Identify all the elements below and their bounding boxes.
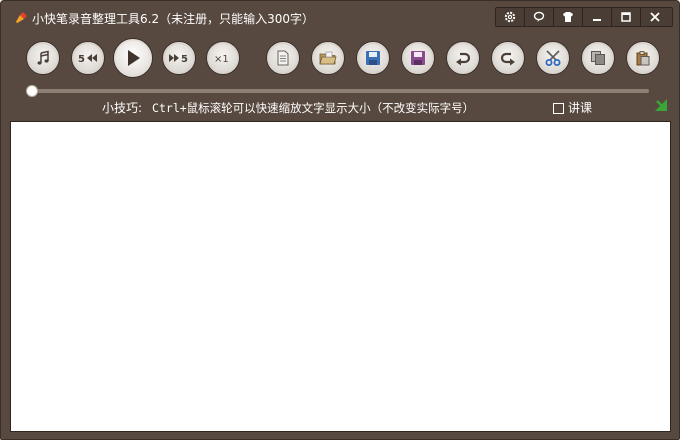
minimize-icon <box>593 19 601 21</box>
copy-icon <box>591 51 605 65</box>
folder-icon <box>319 51 337 65</box>
fast-forward-icon: 5 <box>169 54 188 64</box>
paste-icon <box>636 51 650 66</box>
redo-icon <box>500 52 515 66</box>
redo-button[interactable] <box>492 42 524 74</box>
svg-text:5: 5 <box>78 54 85 64</box>
music-note-icon <box>37 50 49 65</box>
paste-button[interactable] <box>627 42 659 74</box>
copy-button[interactable] <box>582 42 614 74</box>
forward-5s-button[interactable]: 5 <box>163 42 195 74</box>
window-title: 小快笔录音整理工具6.2（未注册，只能输入300字） <box>32 12 314 26</box>
lecture-toggle[interactable]: 讲课 <box>553 100 592 116</box>
lecture-label: 讲课 <box>568 101 593 115</box>
new-document-button[interactable] <box>267 42 299 74</box>
tip-text: Ctrl+鼠标滚轮可以快速缩放文字显示大小（不改变实际字号） <box>152 101 475 115</box>
play-button[interactable] <box>114 39 152 77</box>
maximize-button[interactable] <box>612 8 641 26</box>
close-icon <box>650 12 660 22</box>
feedback-button[interactable] <box>525 8 554 26</box>
settings-button[interactable] <box>496 8 525 26</box>
settings-icon <box>504 11 516 23</box>
app-window: 小快笔录音整理工具6.2（未注册，只能输入300字） 5 5 ×1 小技巧: C… <box>0 0 680 440</box>
svg-text:5: 5 <box>181 54 188 64</box>
document-icon <box>277 50 289 66</box>
floppy-purple-icon <box>411 51 425 65</box>
undo-button[interactable] <box>447 42 479 74</box>
save-as-button[interactable] <box>402 42 434 74</box>
rewind-icon: 5 <box>78 54 97 64</box>
text-editor[interactable] <box>10 121 671 432</box>
tip-row: 小技巧: Ctrl+鼠标滚轮可以快速缩放文字显示大小（不改变实际字号） <box>102 100 474 116</box>
cut-button[interactable] <box>537 42 569 74</box>
title-bar[interactable]: 小快笔录音整理工具6.2（未注册，只能输入300字） <box>1 1 679 35</box>
feedback-icon <box>533 11 545 22</box>
undo-icon <box>456 52 471 66</box>
skin-icon <box>563 12 573 22</box>
app-logo-icon <box>11 10 29 28</box>
music-button[interactable] <box>27 42 59 74</box>
maximize-icon <box>621 12 631 22</box>
close-button[interactable] <box>641 8 669 26</box>
scissors-icon <box>545 50 561 66</box>
floppy-blue-icon <box>366 51 380 65</box>
lecture-checkbox[interactable] <box>553 102 564 114</box>
minimize-button[interactable] <box>583 8 612 26</box>
tip-label: 小技巧: <box>102 101 143 115</box>
playback-progress-knob[interactable] <box>26 85 38 97</box>
window-controls <box>495 7 673 27</box>
svg-text:×1: ×1 <box>214 54 229 64</box>
skin-button[interactable] <box>554 8 583 26</box>
playback-progress-track[interactable] <box>31 89 649 93</box>
speed-label: ×1 <box>214 54 229 64</box>
rewind-5s-button[interactable]: 5 <box>72 42 104 74</box>
open-folder-button[interactable] <box>312 42 344 74</box>
play-icon <box>128 50 140 66</box>
save-button[interactable] <box>357 42 389 74</box>
green-arrow-icon[interactable] <box>653 97 669 113</box>
speed-button[interactable]: ×1 <box>207 42 239 74</box>
